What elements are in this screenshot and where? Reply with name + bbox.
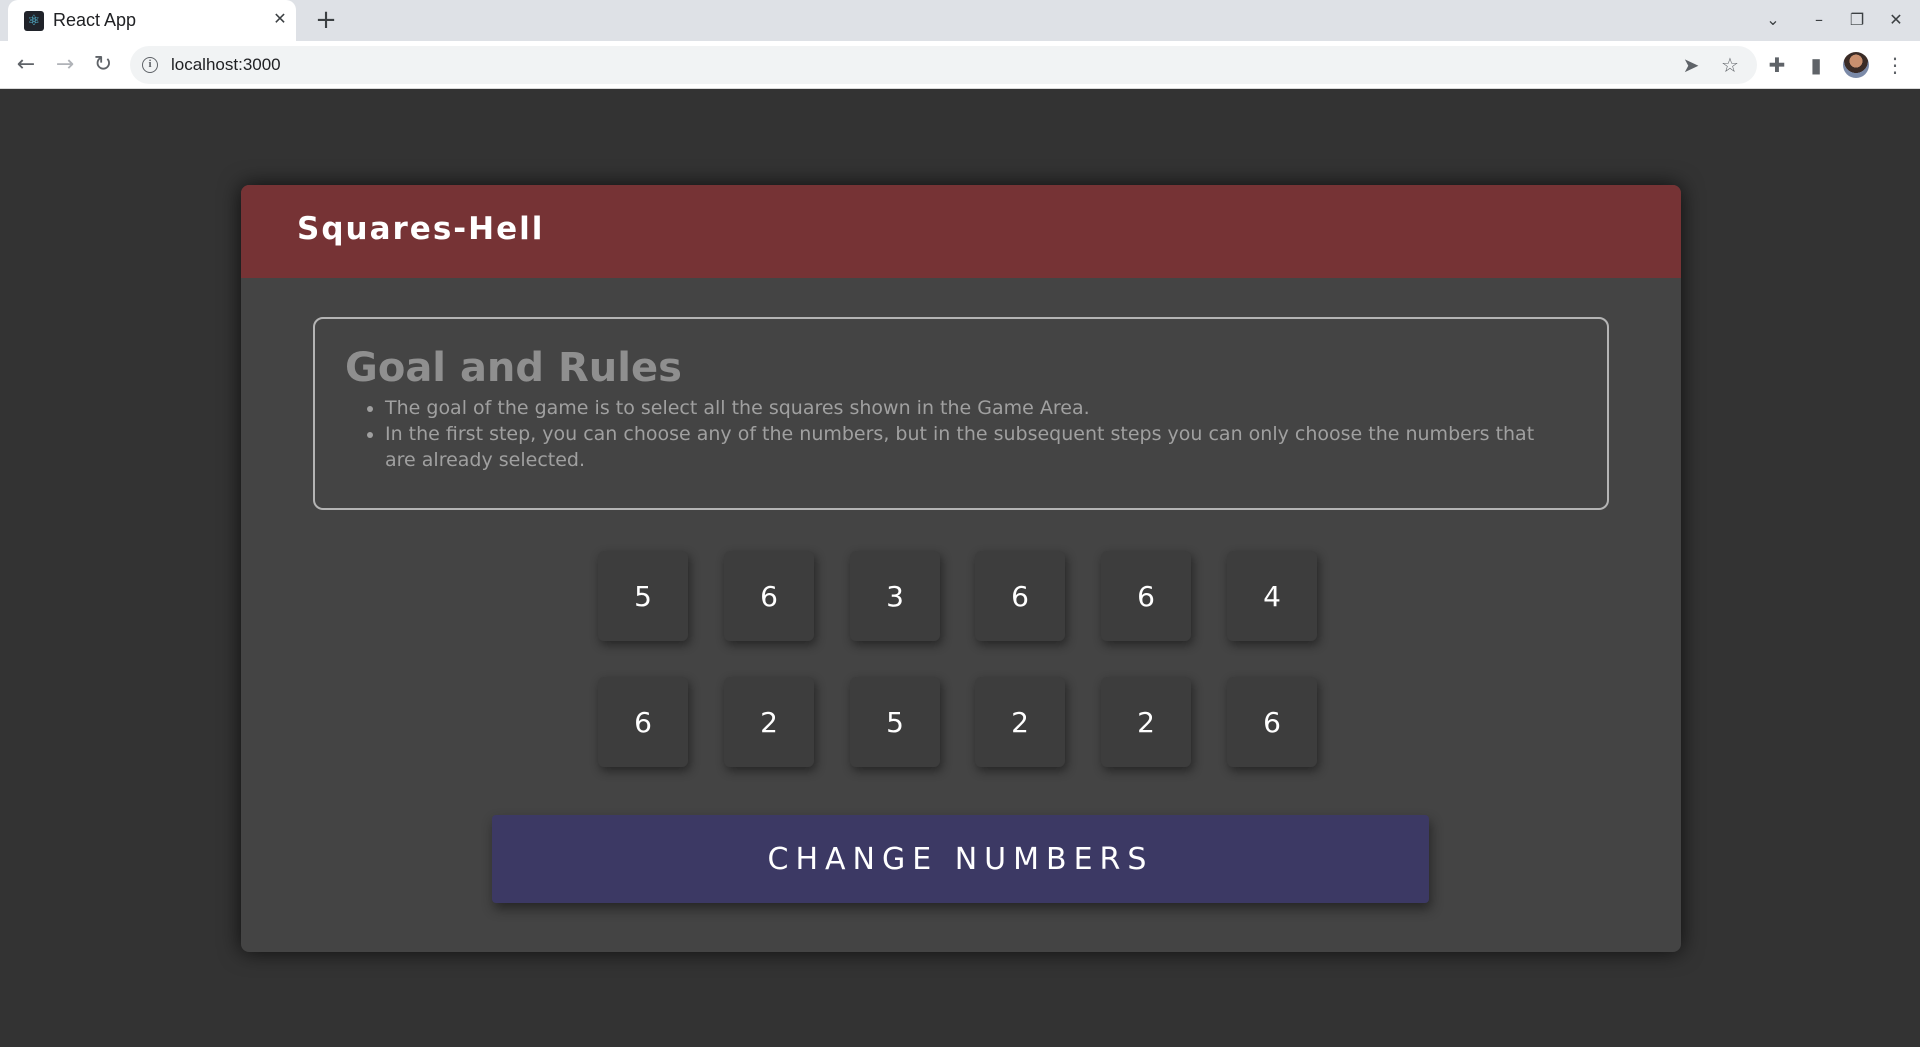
back-icon[interactable]: ← [11, 50, 41, 80]
number-square[interactable]: 6 [1227, 677, 1317, 767]
extensions-icon[interactable]: ✚ [1762, 50, 1792, 80]
send-icon[interactable]: ➤ [1676, 50, 1706, 80]
react-favicon-icon: ⚛ [24, 11, 44, 31]
number-square[interactable]: 2 [724, 677, 814, 767]
bookmark-star-icon[interactable]: ☆ [1715, 50, 1745, 80]
number-square[interactable]: 3 [850, 551, 940, 641]
number-square[interactable]: 5 [598, 551, 688, 641]
url-text[interactable]: localhost:3000 [171, 55, 281, 75]
address-bar[interactable]: i localhost:3000 ➤ ☆ [130, 46, 1757, 84]
minimize-icon[interactable]: – [1804, 6, 1834, 34]
new-tab-button[interactable]: + [312, 6, 340, 34]
change-numbers-button[interactable]: CHANGE NUMBERS [492, 815, 1429, 903]
number-square[interactable]: 6 [1101, 551, 1191, 641]
rules-heading: Goal and Rules [345, 345, 682, 391]
tab-close-icon[interactable]: ✕ [270, 9, 290, 29]
rules-section: Goal and Rules The goal of the game is t… [313, 317, 1609, 510]
app-header: Squares-Hell [241, 185, 1681, 278]
rule-item: The goal of the game is to select all th… [385, 395, 1563, 421]
number-square[interactable]: 6 [724, 551, 814, 641]
window-close-icon[interactable]: ✕ [1881, 6, 1911, 34]
browser-tab[interactable]: ⚛ React App ✕ [8, 0, 296, 41]
app-title: Squares-Hell [297, 211, 545, 247]
site-info-icon[interactable]: i [142, 57, 158, 73]
number-square[interactable]: 6 [598, 677, 688, 767]
restore-icon[interactable]: ❐ [1842, 6, 1872, 34]
number-square[interactable]: 4 [1227, 551, 1317, 641]
side-panel-icon[interactable]: ▮ [1801, 50, 1831, 80]
number-square[interactable]: 2 [1101, 677, 1191, 767]
number-square[interactable]: 2 [975, 677, 1065, 767]
rule-item: In the first step, you can choose any of… [385, 421, 1563, 473]
game-card: Squares-Hell Goal and Rules The goal of … [241, 185, 1681, 952]
browser-toolbar: ← → ↻ i localhost:3000 ➤ ☆ ✚ ▮ ⋮ [0, 41, 1920, 89]
number-square[interactable]: 5 [850, 677, 940, 767]
game-area: 5 6 3 6 6 4 6 2 5 2 2 6 [598, 551, 1320, 767]
profile-avatar[interactable] [1843, 52, 1869, 78]
menu-icon[interactable]: ⋮ [1880, 50, 1910, 80]
page-viewport: Squares-Hell Goal and Rules The goal of … [0, 90, 1920, 1047]
number-square[interactable]: 6 [975, 551, 1065, 641]
reload-icon[interactable]: ↻ [88, 50, 118, 80]
browser-tab-bar: ⚛ React App ✕ + ⌄ – ❐ ✕ [0, 0, 1920, 41]
rules-list: The goal of the game is to select all th… [363, 395, 1563, 473]
tab-search-icon[interactable]: ⌄ [1758, 6, 1788, 34]
forward-icon[interactable]: → [50, 50, 80, 80]
tab-title: React App [53, 10, 137, 30]
